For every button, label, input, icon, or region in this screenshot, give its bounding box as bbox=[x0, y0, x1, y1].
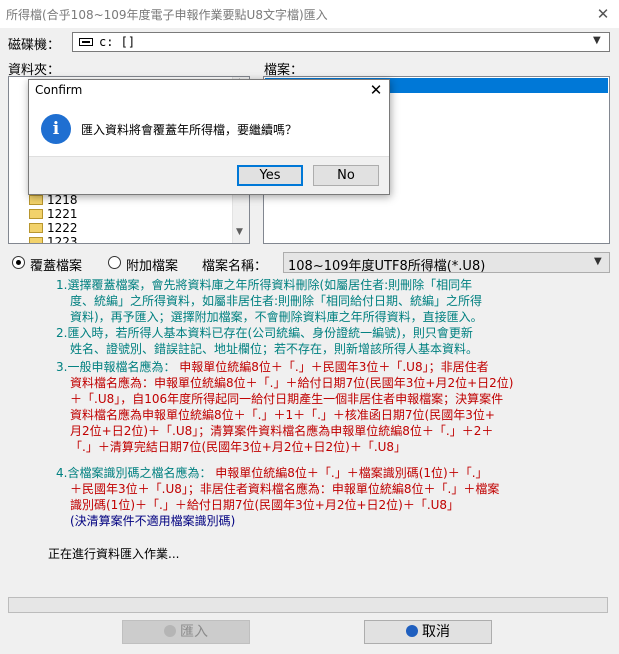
yes-button[interactable]: Yes bbox=[237, 165, 303, 186]
drive-label: 磁碟機： bbox=[8, 38, 61, 53]
window-title: 所得檔(合乎108~109年度電子申報作業要點U8文字檔)匯入 bbox=[6, 8, 328, 22]
drive-icon bbox=[79, 38, 93, 46]
window-close-button[interactable]: ✕ bbox=[592, 3, 614, 25]
no-button[interactable]: No bbox=[313, 165, 379, 186]
folder-item[interactable]: 1221 bbox=[29, 207, 78, 221]
folder-item[interactable]: 1222 bbox=[29, 221, 78, 235]
drive-select[interactable]: c: [] ▼ bbox=[72, 32, 610, 52]
import-icon bbox=[164, 625, 176, 637]
dialog-footer: Yes No bbox=[29, 156, 389, 194]
folder-icon bbox=[29, 223, 43, 233]
status-text: 正在進行資料匯入作業... bbox=[48, 547, 180, 561]
confirm-dialog: Confirm ✕ i 匯入資料將會覆蓋年所得檔，要繼續嗎？ Yes No bbox=[28, 79, 390, 195]
dialog-title: Confirm bbox=[35, 83, 83, 97]
scroll-down-icon[interactable]: ▼ bbox=[236, 227, 243, 237]
title-bar: 所得檔(合乎108~109年度電子申報作業要點U8文字檔)匯入 ✕ bbox=[0, 0, 619, 28]
drive-value: c: [] bbox=[99, 35, 136, 49]
instruction-4: 4.含檔案識別碼之檔名應為： 申報單位統編8位＋「.」＋檔案識別碼(1位)＋「.… bbox=[56, 466, 500, 528]
progress-bar bbox=[8, 597, 608, 613]
folder-item[interactable]: 1223 bbox=[29, 235, 78, 243]
cancel-icon bbox=[406, 625, 418, 637]
append-label[interactable]: 附加檔案 bbox=[126, 255, 178, 274]
filetype-select[interactable]: 108~109年度UTF8所得檔(*.U8) ▼ bbox=[283, 252, 610, 274]
folder-icon bbox=[29, 195, 43, 205]
dialog-message: 匯入資料將會覆蓋年所得檔，要繼續嗎？ bbox=[81, 123, 298, 137]
folder-item[interactable]: 1218 bbox=[29, 193, 78, 207]
cancel-button[interactable]: 取消 bbox=[364, 620, 492, 644]
dialog-close-button[interactable]: ✕ bbox=[365, 80, 387, 100]
folder-icon bbox=[29, 237, 43, 243]
instruction-2: 2.匯入時，若所得人基本資料已存在(公司統編、身份證統一編號)，則只會更新 姓名… bbox=[56, 326, 479, 356]
instruction-1: 1.選擇覆蓋檔案，會先將資料庫之年所得資料刪除(如屬居住者:則刪除「相同年 度、… bbox=[56, 278, 483, 324]
overwrite-radio[interactable] bbox=[12, 256, 25, 269]
chevron-down-icon: ▼ bbox=[593, 35, 601, 46]
overwrite-label[interactable]: 覆蓋檔案 bbox=[30, 255, 82, 274]
chevron-down-icon: ▼ bbox=[594, 256, 602, 267]
import-button[interactable]: 匯入 bbox=[122, 620, 250, 644]
folder-icon bbox=[29, 209, 43, 219]
filename-label: 檔案名稱： bbox=[202, 259, 268, 274]
filetype-value: 108~109年度UTF8所得檔(*.U8) bbox=[288, 259, 486, 274]
instruction-3: 3.一般申報檔名應為： 申報單位統編8位＋「.」＋民國年3位＋「.U8」；非居住… bbox=[56, 360, 514, 454]
append-radio[interactable] bbox=[108, 256, 121, 269]
info-icon: i bbox=[41, 114, 71, 144]
